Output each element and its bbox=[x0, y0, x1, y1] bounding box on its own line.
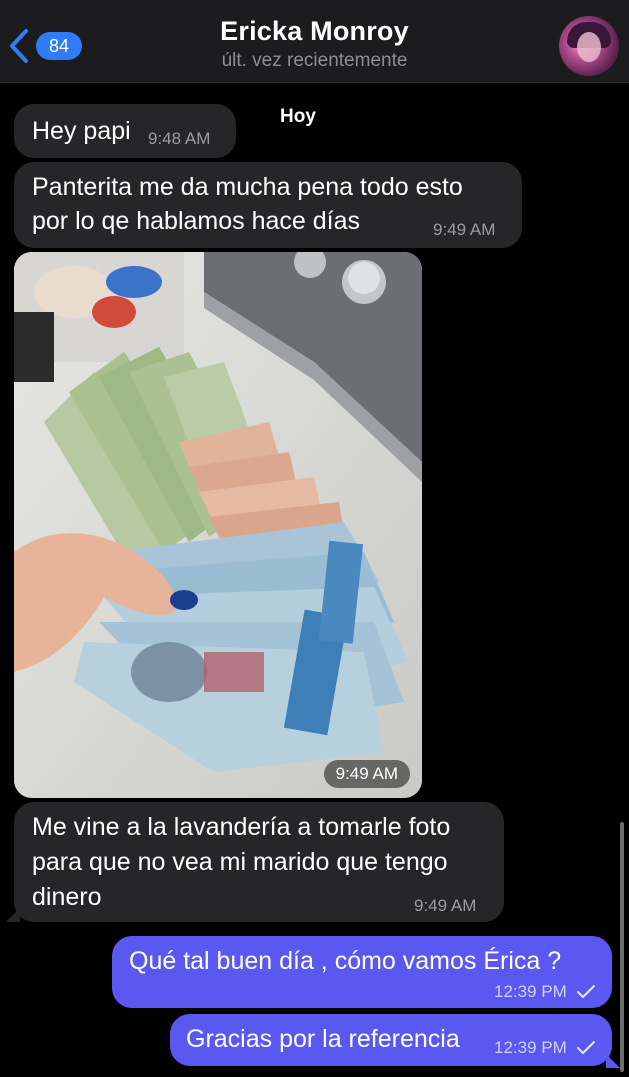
bubble-tail bbox=[606, 1054, 620, 1068]
photo-time: 9:49 AM bbox=[323, 760, 410, 788]
message-bubble-incoming[interactable]: Panterita me da mucha pena todo esto por… bbox=[14, 162, 522, 248]
message-bubble-outgoing[interactable]: Gracias por la referencia 12:39 PM bbox=[170, 1014, 612, 1066]
message-text-line: dinero bbox=[32, 883, 102, 911]
message-time: 12:39 PM bbox=[494, 982, 567, 1001]
avatar[interactable] bbox=[559, 16, 619, 76]
message-text-line: Panterita me da mucha pena todo esto bbox=[32, 173, 463, 201]
day-separator: Hoy bbox=[280, 106, 316, 127]
message-text: Qué tal buen día , cómo vamos Érica ? bbox=[129, 947, 562, 975]
money-photo bbox=[14, 252, 422, 798]
message-bubble-outgoing[interactable]: Qué tal buen día , cómo vamos Érica ? 12… bbox=[112, 936, 612, 1008]
photo-message[interactable]: 9:49 AM bbox=[14, 252, 422, 798]
message-bubble-incoming[interactable]: Hey papi 9:48 AM bbox=[14, 104, 236, 158]
message-text-line: para que no vea mi marido que tengo bbox=[32, 848, 448, 876]
message-text: Gracias por la referencia bbox=[186, 1025, 460, 1053]
message-text-line: por lo qe hablamos hace días bbox=[32, 207, 360, 235]
scrollbar[interactable] bbox=[620, 822, 624, 1072]
message-text: Hey papi bbox=[32, 117, 131, 145]
checkmark-icon bbox=[577, 1041, 595, 1054]
checkmark-icon bbox=[577, 985, 595, 998]
chat-header: 84 Ericka Monroy últ. vez recientemente bbox=[0, 0, 629, 83]
contact-name[interactable]: Ericka Monroy bbox=[0, 16, 629, 47]
message-bubble-incoming[interactable]: Me vine a la lavandería a tomarle foto p… bbox=[14, 802, 504, 922]
message-time: 9:49 AM bbox=[433, 220, 496, 239]
last-seen-status: últ. vez recientemente bbox=[221, 50, 408, 71]
message-time: 12:39 PM bbox=[494, 1038, 567, 1057]
message-text-line: Me vine a la lavandería a tomarle foto bbox=[32, 813, 451, 841]
message-time: 9:49 AM bbox=[414, 896, 477, 915]
message-time: 9:48 AM bbox=[148, 129, 211, 148]
